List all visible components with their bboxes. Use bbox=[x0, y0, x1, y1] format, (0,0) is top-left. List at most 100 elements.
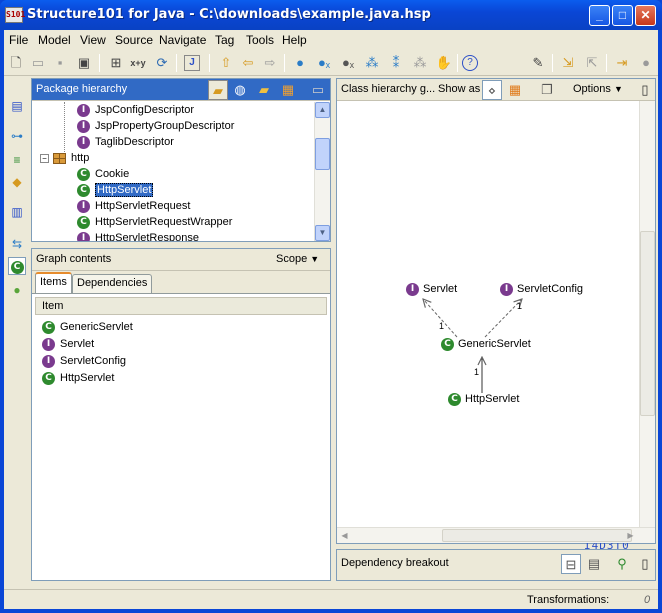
save-as-icon[interactable]: ▣ bbox=[74, 53, 94, 73]
scroll-left-button[interactable]: ◀ bbox=[337, 528, 352, 543]
matrix-view-icon[interactable]: ▦ bbox=[505, 80, 525, 100]
collapse-toggle-icon[interactable]: − bbox=[40, 153, 49, 163]
options-dropdown[interactable]: Options ▼ bbox=[573, 83, 623, 95]
graph-node-genericservlet[interactable]: C GenericServlet bbox=[441, 337, 531, 351]
tree-item[interactable]: I JspConfigDescriptor bbox=[77, 102, 194, 118]
graph-node-servlet[interactable]: I Servlet bbox=[406, 282, 457, 296]
cluster-x-icon[interactable]: ⁑ bbox=[386, 53, 406, 73]
scope-dropdown[interactable]: Scope ▼ bbox=[276, 253, 319, 265]
list-view-icon[interactable]: ▤ bbox=[584, 554, 604, 574]
green-dot-icon[interactable]: ● bbox=[8, 281, 26, 299]
dependency-breakout-panel: Dependency breakout ⊟ ▤ ⚲ ▯ bbox=[336, 549, 656, 581]
scroll-right-button[interactable]: ▶ bbox=[623, 528, 638, 543]
menu-model[interactable]: Model bbox=[38, 33, 71, 47]
wand-icon[interactable]: ✎ bbox=[528, 53, 548, 73]
minimize-panel-icon[interactable]: ▭ bbox=[308, 80, 328, 100]
filter-icon[interactable]: ⚲ bbox=[612, 554, 632, 574]
class-hierarchy-graph[interactable]: 1 1 1 I Servlet I ServletConfig C GenericSe… bbox=[337, 101, 655, 552]
menu-tools[interactable]: Tools bbox=[246, 33, 274, 47]
stop-icon[interactable]: ● bbox=[636, 53, 656, 73]
sphere-x-dark-icon[interactable]: ●ₓ bbox=[338, 53, 358, 73]
copy-icon[interactable]: ❐ bbox=[537, 80, 557, 100]
refresh-icon[interactable]: ⟳ bbox=[152, 53, 172, 73]
minimize-panel-icon[interactable]: ▯ bbox=[635, 554, 655, 574]
folder-icon[interactable]: ▰ bbox=[254, 80, 274, 100]
bar-chart-icon[interactable]: ▥ bbox=[8, 203, 26, 221]
tree-item[interactable]: I HttpServletRequest bbox=[77, 198, 190, 214]
minimize-button[interactable]: _ bbox=[589, 5, 610, 26]
help-icon[interactable]: ? bbox=[462, 55, 478, 71]
graph-horizontal-scrollbar[interactable]: ◀ ▶ bbox=[337, 527, 655, 543]
swap-arrows-icon[interactable]: ⇆ bbox=[8, 235, 26, 253]
tree-view-icon[interactable]: ⊟ bbox=[561, 554, 581, 574]
menu-help[interactable]: Help bbox=[282, 33, 307, 47]
item-column-header[interactable]: Item bbox=[35, 297, 327, 315]
scroll-up-button[interactable]: ▲ bbox=[315, 102, 330, 118]
tree-item[interactable]: I HttpServletResponse bbox=[77, 230, 199, 241]
list-item[interactable]: I ServletConfig bbox=[42, 353, 126, 369]
list-item[interactable]: I Servlet bbox=[42, 336, 94, 352]
toolbar-separator bbox=[606, 54, 607, 72]
hierarchy-icon[interactable]: ⊶ bbox=[8, 127, 26, 145]
app-icon[interactable]: S101 bbox=[5, 7, 25, 23]
class-view-icon[interactable]: C bbox=[8, 257, 26, 275]
toolbar-separator bbox=[457, 54, 458, 72]
menu-source[interactable]: Source bbox=[115, 33, 153, 47]
sphere-x-icon[interactable]: ●ₓ bbox=[314, 53, 334, 73]
up-arrow-icon[interactable]: ⇧ bbox=[216, 53, 236, 73]
tree-item[interactable]: C Cookie bbox=[77, 166, 129, 182]
minimize-panel-icon[interactable]: ▯ bbox=[635, 80, 655, 100]
back-arrow-icon[interactable]: ⇦ bbox=[238, 53, 258, 73]
package-hierarchy-panel: Package hierarchy ▰ ◍ ▰ ▦ ▭ I JspConfigDe… bbox=[31, 78, 331, 242]
package-icon[interactable]: ▦ bbox=[278, 80, 298, 100]
interface-icon: I bbox=[77, 135, 90, 149]
menu-navigate[interactable]: Navigate bbox=[159, 33, 206, 47]
sphere-icon[interactable]: ● bbox=[290, 53, 310, 73]
tab-items[interactable]: Items bbox=[35, 272, 72, 294]
menu-view[interactable]: View bbox=[80, 33, 106, 47]
graph-view-icon[interactable]: ⋄ bbox=[482, 80, 502, 100]
list-item[interactable]: C GenericServlet bbox=[42, 319, 133, 335]
scroll-thumb[interactable] bbox=[315, 138, 330, 170]
list-item[interactable]: C HttpServlet bbox=[42, 370, 114, 386]
tree-item-selected[interactable]: C HttpServlet bbox=[77, 182, 154, 198]
tree-item[interactable]: C HttpServletRequestWrapper bbox=[77, 214, 232, 230]
title-bar[interactable]: S101 Structure101 for Java - C:\download… bbox=[0, 0, 662, 30]
tree-item[interactable]: I TaglibDescriptor bbox=[77, 134, 174, 150]
xy-button[interactable]: x+y bbox=[128, 53, 148, 73]
login-icon[interactable]: ⇥ bbox=[612, 53, 632, 73]
interface-icon: I bbox=[77, 119, 90, 133]
java-button[interactable]: J bbox=[184, 55, 200, 71]
forward-arrow-icon[interactable]: ⇨ bbox=[260, 53, 280, 73]
tree-item[interactable]: I JspPropertyGroupDescriptor bbox=[77, 118, 234, 134]
menu-file[interactable]: File bbox=[9, 33, 28, 47]
interface-icon: I bbox=[77, 231, 90, 241]
scroll-thumb[interactable] bbox=[442, 529, 632, 542]
scroll-thumb[interactable] bbox=[640, 231, 655, 416]
save-icon[interactable]: ▪ bbox=[50, 53, 70, 73]
graph-node-servletconfig[interactable]: I ServletConfig bbox=[500, 282, 583, 296]
properties-icon[interactable]: ⊞ bbox=[106, 53, 126, 73]
cluster-disabled-icon[interactable]: ⁂ bbox=[410, 53, 430, 73]
open-file-icon[interactable]: ▭ bbox=[28, 53, 48, 73]
graph-vertical-scrollbar[interactable] bbox=[639, 101, 655, 539]
new-file-icon[interactable]: 🗋 bbox=[6, 53, 26, 73]
maximize-button[interactable]: □ bbox=[612, 5, 633, 26]
graph-contents-header: Graph contents Scope ▼ bbox=[32, 249, 330, 271]
tab-dependencies[interactable]: Dependencies bbox=[72, 274, 153, 293]
graph-node-httpservlet[interactable]: C HttpServlet bbox=[448, 392, 519, 406]
menu-tag[interactable]: Tag bbox=[215, 33, 234, 47]
package-tree-scrollbar[interactable]: ▲ ▼ bbox=[314, 102, 330, 241]
tag-icon[interactable]: ◆ bbox=[8, 173, 26, 191]
export-icon[interactable]: ⇱ bbox=[582, 53, 602, 73]
document-icon[interactable]: ▤ bbox=[8, 97, 26, 115]
scroll-down-button[interactable]: ▼ bbox=[315, 225, 330, 241]
levels-icon[interactable]: ≡ bbox=[8, 151, 26, 169]
tree-item-package[interactable]: − http bbox=[40, 150, 89, 166]
close-button[interactable]: ✕ bbox=[635, 5, 656, 26]
open-folder-icon[interactable]: ▰ bbox=[208, 80, 228, 100]
hand-icon[interactable]: ✋ bbox=[434, 53, 454, 73]
import-icon[interactable]: ⇲ bbox=[558, 53, 578, 73]
jar-icon[interactable]: ◍ bbox=[230, 80, 250, 100]
cluster-icon[interactable]: ⁂ bbox=[362, 53, 382, 73]
